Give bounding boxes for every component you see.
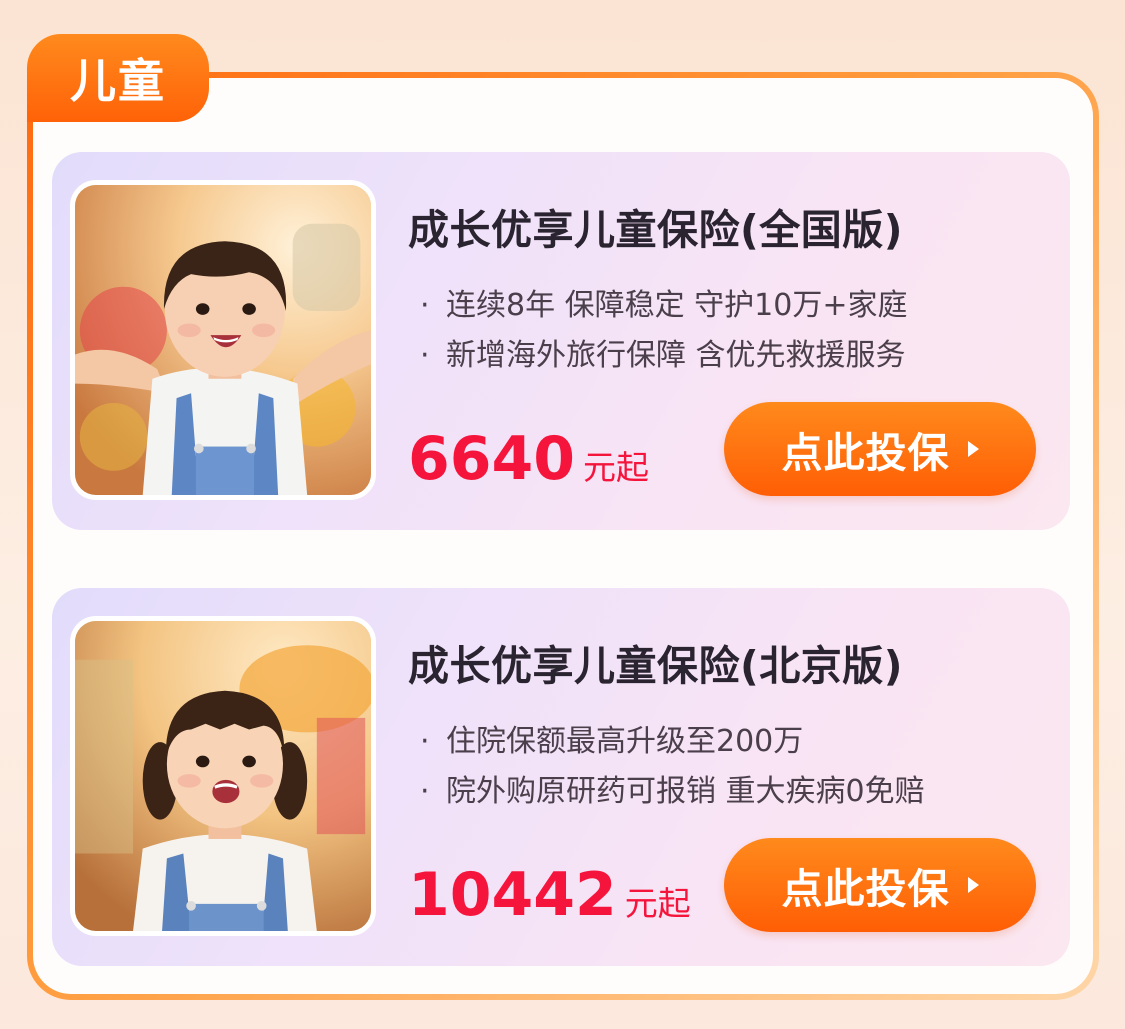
product-photo-girl [70,616,376,936]
product-title: 成长优享儿童保险(全国版) [408,206,903,254]
product-title: 成长优享儿童保险(北京版) [408,642,903,690]
buy-button-label: 点此投保 [781,865,950,913]
product-card-beijing[interactable]: 成长优享儿童保险(北京版) · 住院保额最高升级至200万 · 院外购原研药可报销 … [52,588,1070,966]
play-arrow-icon [967,877,979,893]
feature-text: 住院保额最高升级至200万 [446,724,804,759]
product-photo-boy [70,180,376,500]
price: 6640 元起 [408,424,649,494]
feature-text: 院外购原研药可报销 重大疾病0免赔 [446,774,925,809]
section-tab-label: 儿童 [70,54,166,108]
buy-button[interactable]: 点此投保 [724,402,1036,496]
price-unit: 元起 [583,448,649,487]
price: 10442 元起 [408,860,691,930]
bullet: · [420,288,430,323]
play-arrow-icon [967,441,979,457]
buy-button-label: 点此投保 [781,429,950,477]
bullet: · [420,774,430,809]
bullet: · [420,724,430,759]
feature-line: · 连续8年 保障稳定 守护10万+家庭 [420,280,907,324]
price-amount: 6640 [408,424,575,494]
section-tab-children[interactable]: 儿童 [27,34,209,122]
buy-button[interactable]: 点此投保 [724,838,1036,932]
feature-line: · 新增海外旅行保障 含优先救援服务 [420,330,906,374]
feature-line: · 住院保额最高升级至200万 [420,716,803,760]
product-card-national[interactable]: 成长优享儿童保险(全国版) · 连续8年 保障稳定 守护10万+家庭 · 新增海外旅… [52,152,1070,530]
price-amount: 10442 [408,860,617,930]
price-unit: 元起 [624,884,691,923]
feature-text: 连续8年 保障稳定 守护10万+家庭 [446,288,908,323]
bullet: · [420,338,430,373]
feature-line: · 院外购原研药可报销 重大疾病0免赔 [420,766,925,810]
insurance-section: 儿童 成长优享儿童保险(全国版) · 连续8年 保障稳定 守护10万+家庭 · … [0,0,1125,1029]
feature-text: 新增海外旅行保障 含优先救援服务 [446,338,906,373]
